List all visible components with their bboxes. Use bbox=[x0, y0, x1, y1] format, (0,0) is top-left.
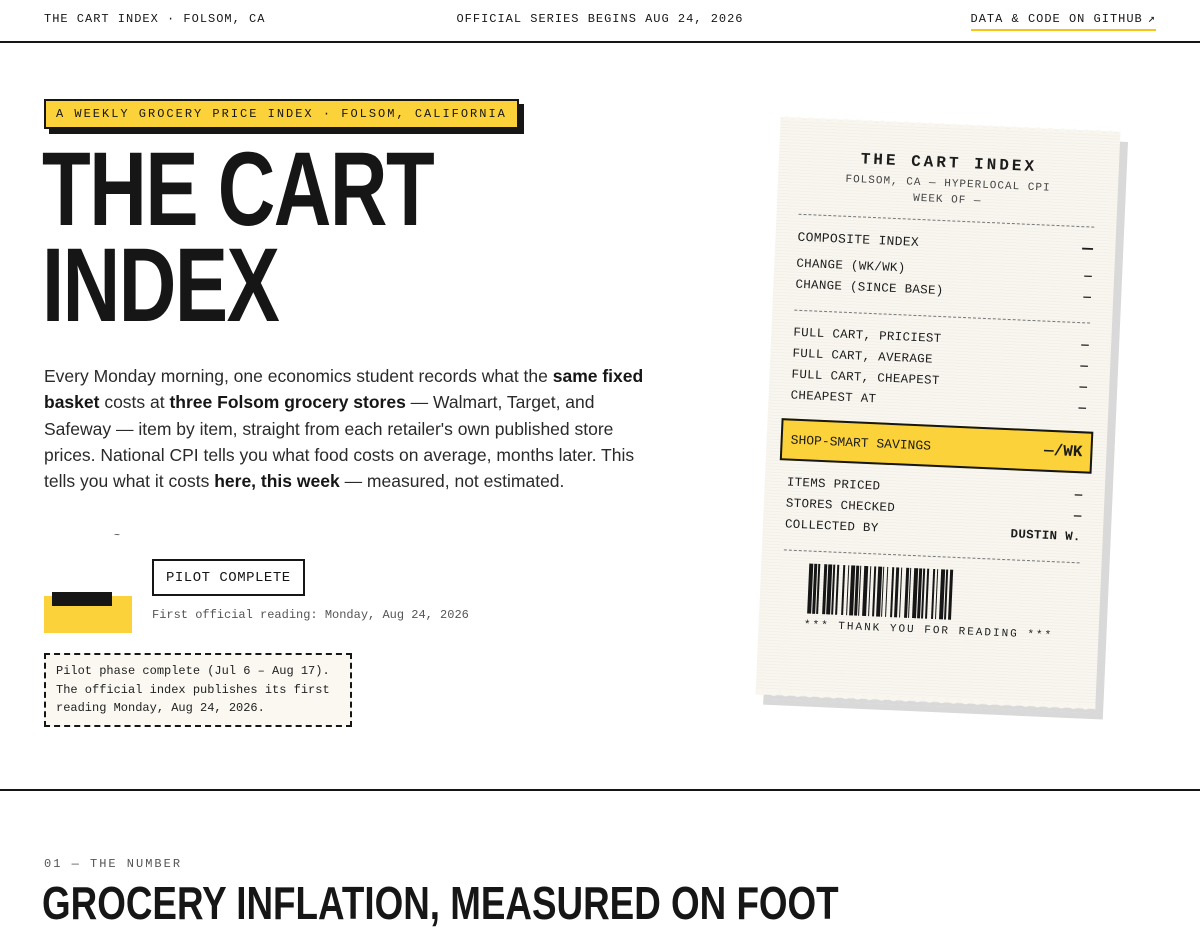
receipt-card: THE CART INDEX FOLSOM, CA — HYPERLOCAL C… bbox=[755, 116, 1129, 720]
github-link-label: DATA & CODE ON GITHUB bbox=[970, 12, 1143, 26]
receipt-divider bbox=[794, 309, 1091, 324]
top-bar: THE CART INDEX · FOLSOM, CA OFFICIAL SER… bbox=[0, 0, 1200, 43]
receipt-divider bbox=[798, 213, 1095, 228]
hero-title-line-1: THE CART bbox=[42, 131, 435, 248]
first-reading-date: First official reading: Monday, Aug 24, … bbox=[152, 608, 469, 622]
receipt-value: — bbox=[1081, 239, 1094, 260]
section-kicker: 01 — THE NUMBER bbox=[44, 857, 183, 871]
receipt-value: — bbox=[1078, 401, 1087, 416]
pilot-note: Pilot phase complete (Jul 6 – Aug 17). T… bbox=[44, 653, 352, 727]
barcode-icon bbox=[807, 563, 1053, 625]
receipt-value: — bbox=[1080, 338, 1090, 353]
receipt-value: — bbox=[1079, 380, 1088, 395]
receipt-value: — bbox=[1080, 359, 1089, 374]
receipt-value: DUSTIN W. bbox=[1010, 527, 1082, 545]
hero-eyebrow: A WEEKLY GROCERY PRICE INDEX · FOLSOM, C… bbox=[44, 99, 519, 129]
lede-emphasis: here, this week bbox=[214, 471, 340, 492]
receipt-value: — bbox=[1083, 269, 1093, 284]
brand-label: THE CART INDEX · FOLSOM, CA bbox=[44, 12, 266, 26]
receipt-value: — bbox=[1073, 509, 1082, 524]
external-arrow-icon: ↗ bbox=[1147, 12, 1156, 26]
github-link[interactable]: DATA & CODE ON GITHUB ↗ bbox=[970, 11, 1156, 31]
lede-text: costs at bbox=[99, 392, 170, 413]
section-divider bbox=[0, 789, 1200, 791]
status-graphic-bar bbox=[52, 592, 112, 606]
receipt-value: — bbox=[1074, 488, 1083, 503]
receipt: THE CART INDEX FOLSOM, CA — HYPERLOCAL C… bbox=[755, 116, 1121, 710]
status-badge: PILOT COMPLETE bbox=[152, 559, 305, 596]
lede-text: — measured, not estimated. bbox=[339, 471, 565, 492]
section-title: GROCERY INFLATION, MEASURED ON FOOT bbox=[42, 877, 839, 929]
receipt-label: COLLECTED BY bbox=[784, 517, 879, 536]
lede-text: Every Monday morning, one economics stud… bbox=[44, 366, 553, 386]
receipt-label: CHEAPEST AT bbox=[790, 388, 877, 407]
receipt-savings-highlight: SHOP-SMART SAVINGS —/WK bbox=[779, 418, 1094, 474]
hero-lede: Every Monday morning, one economics stud… bbox=[44, 363, 664, 494]
hero-title-line-2: INDEX bbox=[42, 227, 280, 344]
hero-title: THE CART INDEX bbox=[42, 131, 435, 344]
receipt-savings-value: —/WK bbox=[1043, 441, 1083, 462]
receipt-value: — bbox=[1083, 290, 1092, 305]
lede-emphasis: three Folsom grocery stores bbox=[169, 392, 406, 413]
receipt-divider bbox=[783, 549, 1080, 564]
receipt-label: COMPOSITE INDEX bbox=[797, 229, 920, 250]
status-graphic bbox=[44, 592, 132, 633]
tick-mark: ~ bbox=[114, 531, 121, 542]
receipt-savings-label: SHOP-SMART SAVINGS bbox=[790, 432, 932, 454]
